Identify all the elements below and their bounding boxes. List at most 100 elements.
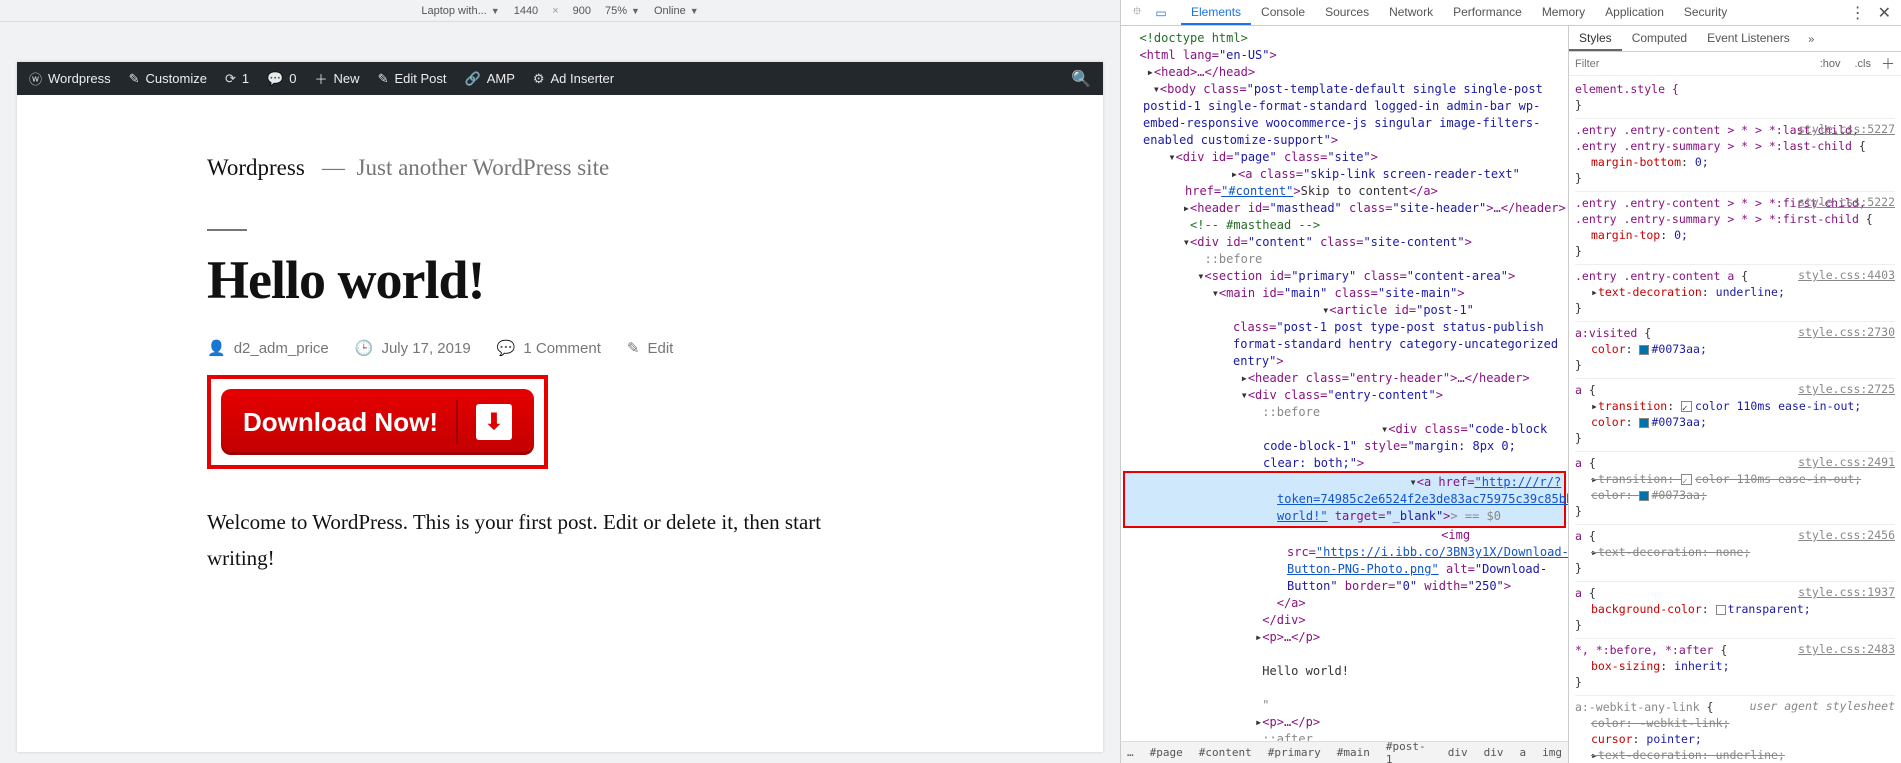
devtools-tab-sources[interactable]: Sources xyxy=(1315,1,1379,25)
site-title-line: Wordpress — Just another WordPress site xyxy=(207,155,913,181)
styles-tab-event-listeners[interactable]: Event Listeners xyxy=(1697,27,1800,51)
rule-source-link[interactable]: style.css:2725 xyxy=(1798,381,1895,397)
css-declaration[interactable]: ▸transition: color 110ms ease-in-out; xyxy=(1575,471,1895,487)
css-declaration[interactable]: color: #0073aa; xyxy=(1575,341,1895,357)
comment-icon: 💬 xyxy=(497,339,516,357)
styles-tabs-more-icon[interactable]: » xyxy=(1800,32,1823,46)
device-select[interactable]: Laptop with...▼ xyxy=(421,5,499,17)
rule-source-link[interactable]: style.css:2491 xyxy=(1798,454,1895,470)
breadcrumb-item[interactable]: … xyxy=(1127,746,1134,759)
css-rules[interactable]: element.style { } style.css:5227.entry .… xyxy=(1569,76,1901,763)
post-comments[interactable]: 💬1 Comment xyxy=(497,339,601,357)
pencil-icon: ✎ xyxy=(627,339,640,357)
devtools-tab-console[interactable]: Console xyxy=(1251,1,1315,25)
post-author[interactable]: 👤d2_adm_price xyxy=(207,339,329,357)
css-declaration[interactable]: margin-top: 0; xyxy=(1575,227,1895,243)
download-button-label: Download Now! xyxy=(243,407,438,438)
dom-tree[interactable]: <!doctype html> <html lang="en-US"> ▸<he… xyxy=(1121,26,1568,741)
breadcrumb-item[interactable]: #primary xyxy=(1268,746,1321,759)
selected-dom-node[interactable]: ▾<a href="http:///r/?token=74985c2e6524f… xyxy=(1125,471,1564,528)
css-declaration[interactable]: ▸text-decoration: none; xyxy=(1575,544,1895,560)
rule-source-link[interactable]: style.css:5227 xyxy=(1798,121,1895,137)
site-tagline: Just another WordPress site xyxy=(357,155,610,180)
wordpress-icon: ⓦ xyxy=(29,69,42,88)
rule-source-link[interactable]: style.css:2483 xyxy=(1798,641,1895,657)
css-declaration[interactable]: color: #0073aa; xyxy=(1575,487,1895,503)
updates-link[interactable]: ⟳1 xyxy=(225,71,249,87)
download-arrow-icon: ⬇ xyxy=(476,404,512,440)
link-icon: 🔗 xyxy=(465,71,481,87)
styles-tabs: StylesComputedEvent Listeners» xyxy=(1569,26,1901,52)
post-date[interactable]: 🕒July 17, 2019 xyxy=(355,339,471,357)
rule-source-link[interactable]: style.css:1937 xyxy=(1798,584,1895,600)
breadcrumb-item[interactable]: img xyxy=(1542,746,1562,759)
breadcrumb-item[interactable]: div xyxy=(1484,746,1504,759)
css-declaration[interactable]: margin-bottom: 0; xyxy=(1575,154,1895,170)
dom-breadcrumb[interactable]: … #page #content #primary #main #post-1 … xyxy=(1121,741,1568,763)
post-meta: 👤d2_adm_price 🕒July 17, 2019 💬1 Comment … xyxy=(207,339,913,357)
css-declaration[interactable]: background-color: transparent; xyxy=(1575,601,1895,617)
devtools-tab-performance[interactable]: Performance xyxy=(1443,1,1532,25)
rule-source-link[interactable]: style.css:2730 xyxy=(1798,324,1895,340)
download-button[interactable]: Download Now! ⬇ xyxy=(221,389,534,455)
breadcrumb-item[interactable]: #main xyxy=(1337,746,1370,759)
devtools-tab-elements[interactable]: Elements xyxy=(1181,1,1251,25)
styles-tab-styles[interactable]: Styles xyxy=(1569,27,1622,51)
styles-filter-input[interactable] xyxy=(1575,58,1810,70)
rule-source-link[interactable]: style.css:5222 xyxy=(1798,194,1895,210)
breadcrumb-item[interactable]: div xyxy=(1448,746,1468,759)
rule-source-link[interactable]: user agent stylesheet xyxy=(1750,698,1895,714)
rule-source-link[interactable]: style.css:4403 xyxy=(1798,267,1895,283)
device-zoom[interactable]: 75%▼ xyxy=(605,5,640,17)
breadcrumb-item[interactable]: a xyxy=(1520,746,1527,759)
styles-tab-computed[interactable]: Computed xyxy=(1622,27,1697,51)
devtools-tab-security[interactable]: Security xyxy=(1674,1,1737,25)
cls-toggle[interactable]: .cls xyxy=(1851,58,1876,70)
post-edit-link[interactable]: ✎Edit xyxy=(627,339,673,357)
devtools-close-icon[interactable]: ✕ xyxy=(1874,3,1895,23)
device-height[interactable]: 900 xyxy=(573,5,591,17)
person-icon: 👤 xyxy=(207,339,226,357)
wp-admin-bar: ⓦWordpress ✎Customize ⟳1 💬0 ＋New ✎Edit P… xyxy=(17,62,1103,95)
css-declaration[interactable]: color: -webkit-link; xyxy=(1575,715,1895,731)
devtools-tab-network[interactable]: Network xyxy=(1379,1,1443,25)
search-icon: 🔍 xyxy=(1071,69,1091,89)
css-declaration[interactable]: ▸text-decoration: underline; xyxy=(1575,747,1895,763)
clock-icon: 🕒 xyxy=(355,339,374,357)
devtools: ⯐ ▭ ElementsConsoleSourcesNetworkPerform… xyxy=(1120,0,1901,763)
css-declaration[interactable]: color: #0073aa; xyxy=(1575,414,1895,430)
comments-link[interactable]: 💬0 xyxy=(267,71,296,87)
devtools-tab-application[interactable]: Application xyxy=(1595,1,1674,25)
css-declaration[interactable]: box-sizing: inherit; xyxy=(1575,658,1895,674)
new-rule-icon[interactable]: ＋ xyxy=(1881,54,1895,74)
breadcrumb-item[interactable]: #page xyxy=(1150,746,1183,759)
styles-filter-row: :hov .cls ＋ xyxy=(1569,52,1901,76)
inspect-icon[interactable]: ⯐ xyxy=(1127,3,1147,23)
css-declaration[interactable]: cursor: pointer; xyxy=(1575,731,1895,747)
search-toggle[interactable]: 🔍 xyxy=(1071,69,1091,89)
rule-source-link[interactable]: style.css:2456 xyxy=(1798,527,1895,543)
customize-link[interactable]: ✎Customize xyxy=(129,71,207,87)
device-mode-icon[interactable]: ▭ xyxy=(1151,3,1171,23)
elements-panel: <!doctype html> <html lang="en-US"> ▸<he… xyxy=(1121,26,1569,763)
css-declaration[interactable]: ▸text-decoration: underline; xyxy=(1575,284,1895,300)
gear-icon: ⚙ xyxy=(533,71,545,87)
breadcrumb-item[interactable]: #content xyxy=(1199,746,1252,759)
amp-link[interactable]: 🔗AMP xyxy=(465,71,515,87)
new-link[interactable]: ＋New xyxy=(315,69,360,88)
adinserter-link[interactable]: ⚙Ad Inserter xyxy=(533,71,614,87)
edit-post-link[interactable]: ✎Edit Post xyxy=(378,71,447,87)
comment-icon: 💬 xyxy=(267,71,283,87)
brush-icon: ✎ xyxy=(129,71,140,87)
css-declaration[interactable]: ▸transition: color 110ms ease-in-out; xyxy=(1575,398,1895,414)
hov-toggle[interactable]: :hov xyxy=(1816,58,1845,70)
breadcrumb-item[interactable]: #post-1 xyxy=(1386,741,1432,763)
devtools-tab-memory[interactable]: Memory xyxy=(1532,1,1595,25)
wp-logo-menu[interactable]: ⓦWordpress xyxy=(29,69,111,88)
styles-panel: StylesComputedEvent Listeners» :hov .cls… xyxy=(1569,26,1901,763)
device-throttle[interactable]: Online▼ xyxy=(654,5,699,17)
site-title[interactable]: Wordpress xyxy=(207,155,305,180)
devtools-more-icon[interactable]: ⋮ xyxy=(1846,3,1870,23)
device-toolbar: Laptop with...▼ 1440 × 900 75%▼ Online▼ xyxy=(0,0,1120,22)
device-width[interactable]: 1440 xyxy=(514,5,538,17)
